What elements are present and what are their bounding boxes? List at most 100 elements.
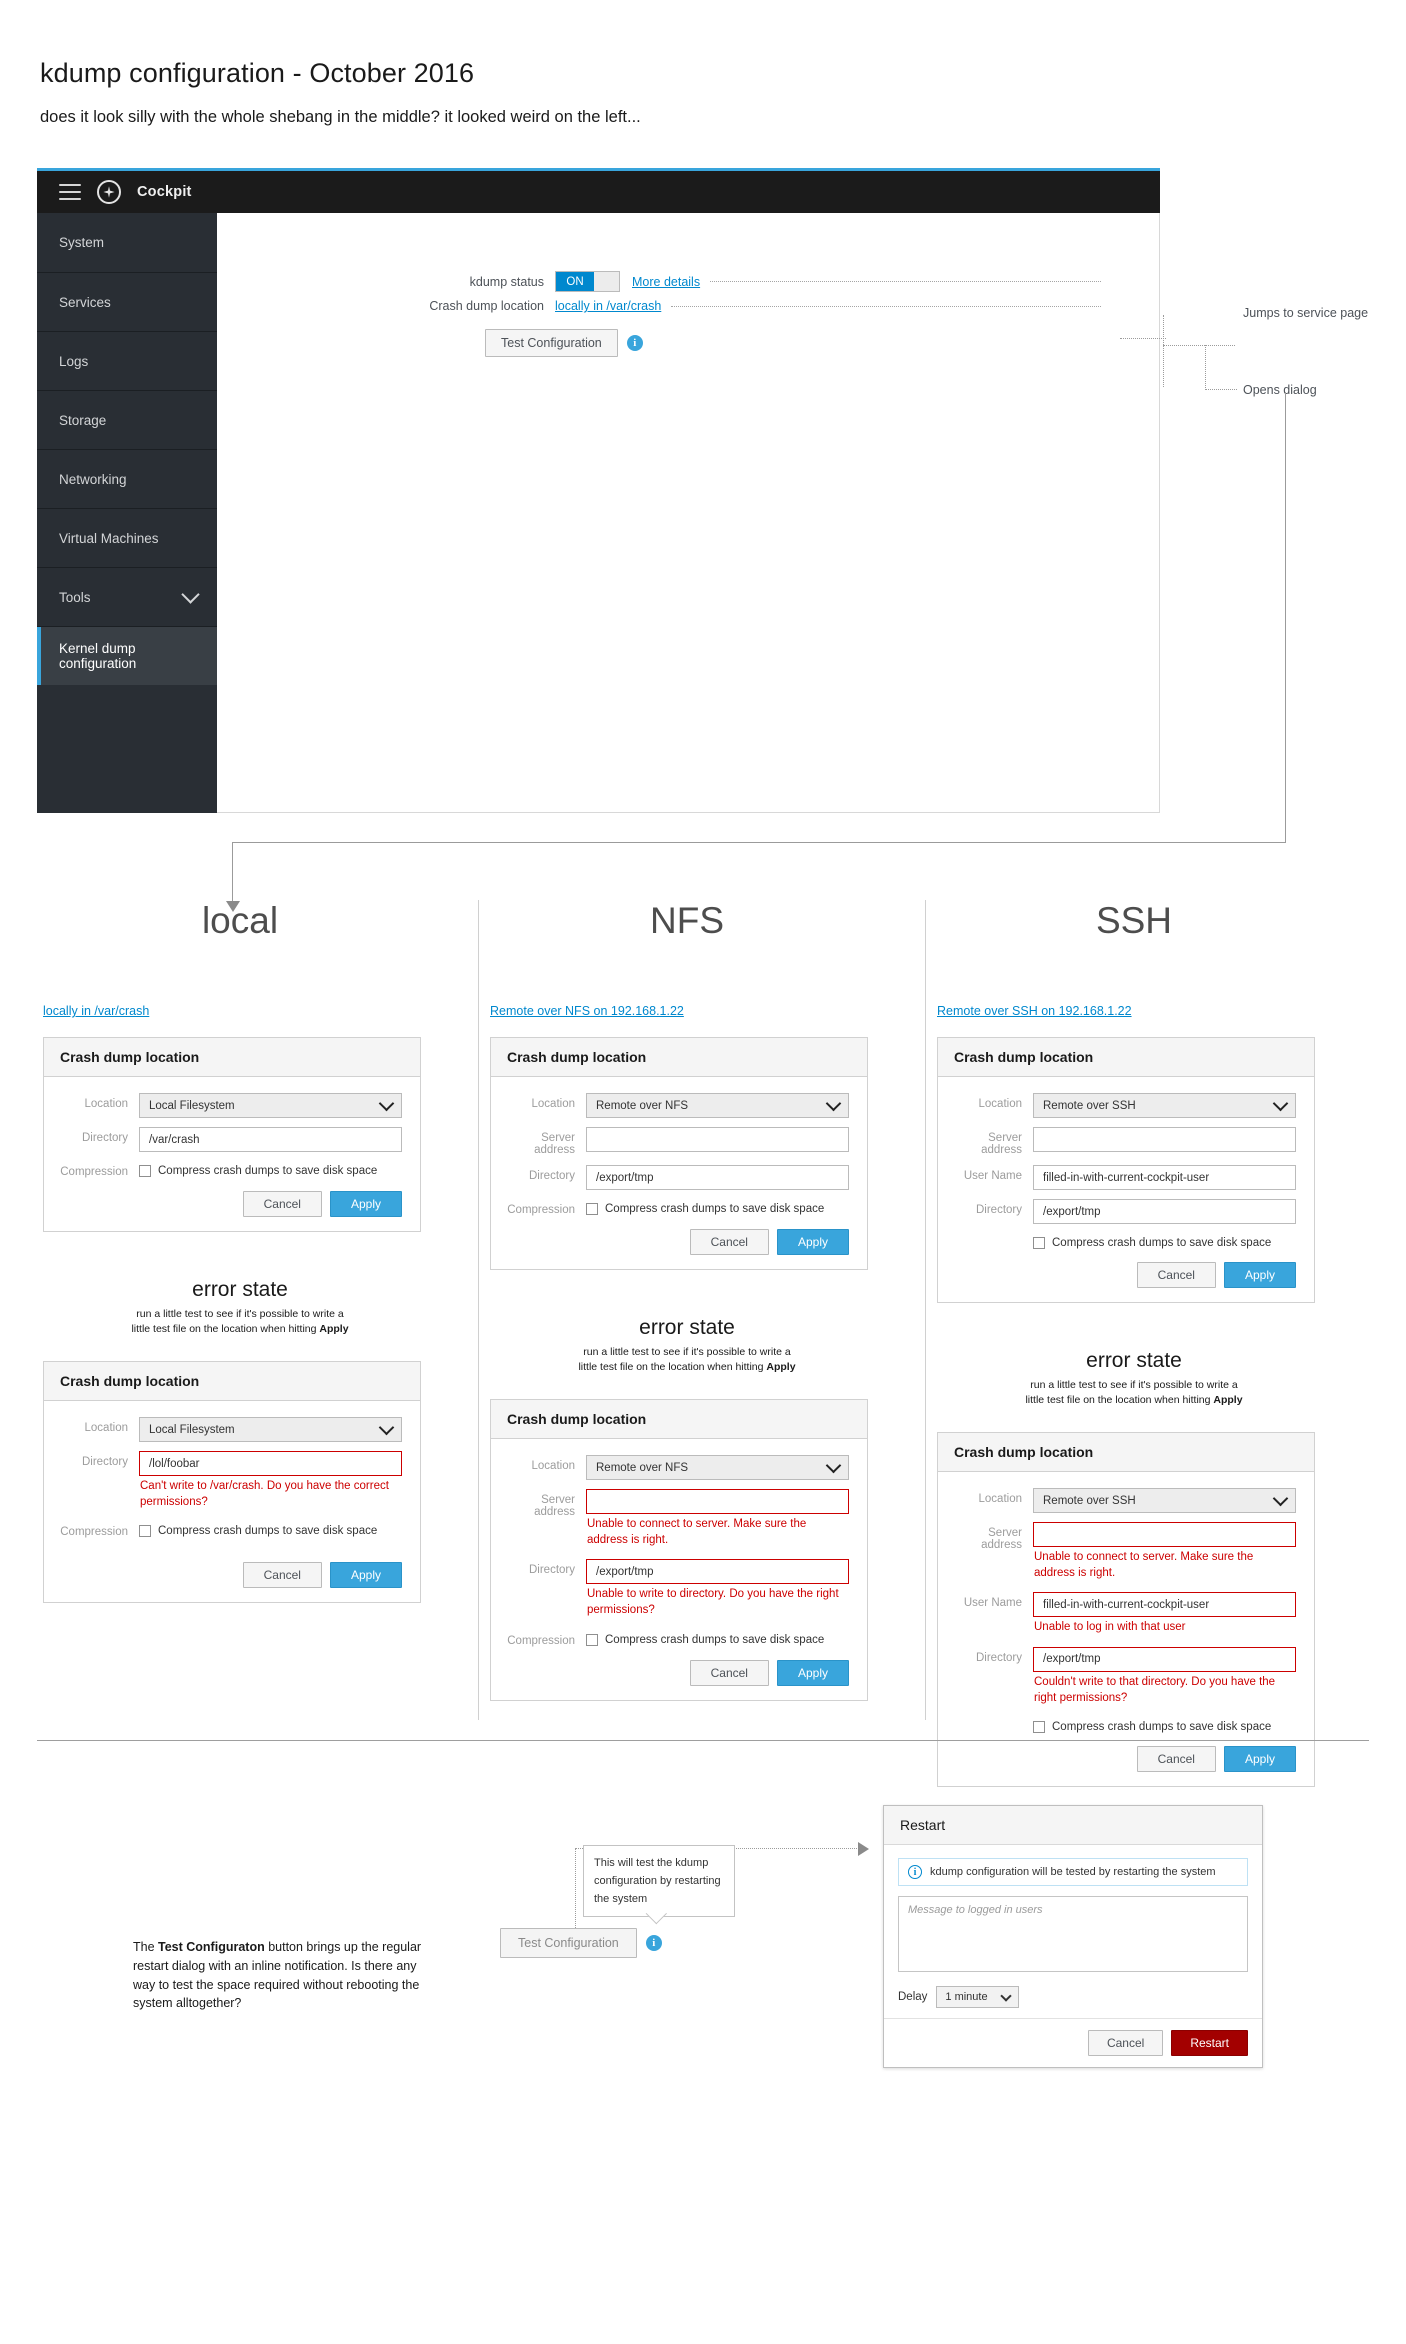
directory-error-message: Unable to write to directory. Do you hav… — [587, 1588, 839, 1616]
cancel-button[interactable]: Cancel — [689, 1659, 769, 1686]
directory-input[interactable]: /export/tmp — [1033, 1646, 1296, 1672]
error-sub-bold: Apply — [1213, 1394, 1243, 1407]
field-label: User Name — [963, 1597, 1022, 1610]
compression-checkbox[interactable] — [1033, 1721, 1045, 1734]
more-details-link[interactable]: More details — [632, 275, 700, 289]
card-actions: Cancel Apply — [501, 1659, 849, 1686]
bottom-anno-vline — [575, 1848, 576, 1930]
sidebar-item-services[interactable]: Services — [37, 272, 217, 331]
field-row-location: Location Local Filesystem — [54, 1093, 402, 1118]
anno-hline-2 — [1205, 389, 1237, 390]
sidebar-item-label: Networking — [59, 471, 127, 487]
cancel-button[interactable]: Cancel — [1136, 1746, 1216, 1773]
apply-button[interactable]: Apply — [1223, 1746, 1296, 1773]
crash-dump-location-card-error: Crash dump location Location Local Files… — [43, 1361, 421, 1604]
error-state-subtitle: run a little test to see if it's possibl… — [20, 1307, 460, 1337]
field-row-directory: Directory /export/tmp — [948, 1199, 1296, 1224]
compression-checkbox[interactable] — [139, 1165, 151, 1177]
column-location-link[interactable]: Remote over SSH on 192.168.1.22 — [937, 1004, 1354, 1018]
card-title: Crash dump location — [938, 1433, 1314, 1473]
compression-checkbox[interactable] — [139, 1525, 151, 1538]
directory-input[interactable]: /lol/foobar — [139, 1451, 402, 1477]
test-configuration-button[interactable]: Test Configuration — [500, 1928, 637, 1958]
message-textarea[interactable]: Message to logged in users — [898, 1896, 1248, 1972]
sidebar-item-logs[interactable]: Logs — [37, 331, 217, 390]
user-name-input[interactable]: filled-in-with-current-cockpit-user — [1033, 1592, 1296, 1618]
select-value: Remote over NFS — [596, 1099, 689, 1112]
hamburger-menu-icon[interactable] — [59, 184, 81, 200]
error-state-title: error state — [192, 1278, 288, 1301]
delay-select[interactable]: 1 minute — [936, 1986, 1019, 2008]
card-title: Crash dump location — [44, 1038, 420, 1077]
sidebar-item-networking[interactable]: Networking — [37, 449, 217, 508]
directory-input[interactable]: /export/tmp — [586, 1165, 849, 1190]
field-label: Compression — [507, 1634, 575, 1647]
field-row-directory: Directory /export/tmp Unable to write to… — [501, 1559, 849, 1620]
apply-button[interactable]: Apply — [329, 1562, 402, 1589]
dialog-body: i kdump configuration will be tested by … — [884, 1845, 1262, 2018]
directory-input[interactable]: /export/tmp — [1033, 1199, 1296, 1224]
directory-input[interactable]: /export/tmp — [586, 1559, 849, 1585]
crash-dump-location-link[interactable]: locally in /var/crash — [555, 299, 661, 313]
compression-checkbox[interactable] — [586, 1203, 598, 1215]
field-label: Compression — [60, 1166, 128, 1178]
server-address-input[interactable] — [586, 1127, 849, 1152]
field-label: Location — [978, 1493, 1022, 1506]
apply-button[interactable]: Apply — [776, 1229, 849, 1255]
card-title: Crash dump location — [44, 1362, 420, 1402]
column-location-link[interactable]: Remote over NFS on 192.168.1.22 — [490, 1004, 907, 1018]
column-nfs: NFS Remote over NFS on 192.168.1.22 Cras… — [467, 900, 907, 1701]
location-select[interactable]: Remote over NFS — [586, 1093, 849, 1118]
cancel-button[interactable]: Cancel — [1136, 1262, 1216, 1288]
directory-input[interactable]: /var/crash — [139, 1127, 402, 1152]
location-select[interactable]: Local Filesystem — [139, 1417, 402, 1443]
location-select[interactable]: Remote over SSH — [1033, 1488, 1296, 1514]
crash-dump-location-card: Crash dump location Location Remote over… — [490, 1037, 868, 1270]
sidebar-item-kernel-dump-configuration[interactable]: Kernel dump configuration — [37, 626, 217, 685]
checkbox-label: Compress crash dumps to save disk space — [158, 1165, 378, 1177]
location-select[interactable]: Local Filesystem — [139, 1093, 402, 1118]
sidebar-item-system[interactable]: System — [37, 213, 217, 272]
sidebar-item-tools[interactable]: Tools — [37, 567, 217, 626]
sidebar-item-storage[interactable]: Storage — [37, 390, 217, 449]
crash-dump-location-card: Crash dump location Location Local Files… — [43, 1037, 421, 1232]
server-address-input[interactable] — [1033, 1522, 1296, 1548]
directory-error-message: Couldn't write to that directory. Do you… — [1034, 1675, 1276, 1704]
cockpit-header: Cockpit — [37, 171, 1160, 213]
kdump-status-toggle[interactable]: ON — [555, 271, 620, 292]
field-row-server-address: Server address — [501, 1127, 849, 1156]
dialog-title: Restart — [884, 1806, 1262, 1845]
cancel-button[interactable]: Cancel — [242, 1562, 322, 1589]
field-label — [948, 1717, 1033, 1722]
field-row-compression: Compression Compress crash dumps to save… — [54, 1521, 402, 1538]
field-label: Directory — [81, 1132, 128, 1144]
apply-button[interactable]: Apply — [1223, 1262, 1296, 1288]
field-label: Location — [531, 1098, 575, 1110]
cockpit-brand: Cockpit — [137, 184, 192, 200]
location-select[interactable]: Remote over SSH — [1033, 1093, 1296, 1118]
column-location-link[interactable]: locally in /var/crash — [43, 1004, 460, 1018]
cancel-button[interactable]: Cancel — [1087, 2030, 1164, 2056]
cancel-button[interactable]: Cancel — [689, 1229, 769, 1255]
info-icon[interactable]: i — [645, 1935, 662, 1951]
apply-button[interactable]: Apply — [776, 1659, 849, 1686]
test-configuration-button[interactable]: Test Configuration — [485, 329, 618, 357]
compression-checkbox[interactable] — [1033, 1237, 1045, 1249]
user-name-input[interactable]: filled-in-with-current-cockpit-user — [1033, 1165, 1296, 1190]
server-address-input[interactable] — [1033, 1127, 1296, 1152]
note-pre: The — [133, 1940, 159, 1954]
apply-button[interactable]: Apply — [329, 1191, 402, 1217]
field-label: Directory — [528, 1564, 575, 1577]
cancel-button[interactable]: Cancel — [242, 1191, 322, 1217]
card-actions: Cancel Apply — [948, 1746, 1296, 1773]
server-address-input[interactable] — [586, 1489, 849, 1515]
sidebar-item-label: Services — [59, 294, 111, 310]
info-icon[interactable]: i — [626, 335, 643, 351]
sidebar-item-virtual-machines[interactable]: Virtual Machines — [37, 508, 217, 567]
toggle-off-track — [594, 272, 619, 291]
sidebar: System Services Logs Storage Networking … — [37, 213, 217, 813]
field-label: Compression — [507, 1204, 575, 1216]
restart-button[interactable]: Restart — [1171, 2030, 1248, 2056]
location-select[interactable]: Remote over NFS — [586, 1455, 849, 1481]
compression-checkbox[interactable] — [586, 1633, 598, 1646]
